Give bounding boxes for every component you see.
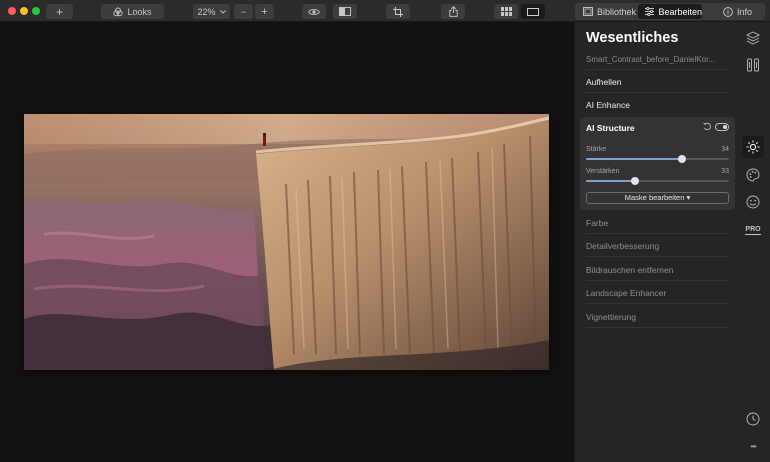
panel-title: Wesentliches	[586, 30, 679, 46]
tool-ai-enhance[interactable]: AI Enhance	[586, 100, 729, 110]
crop-icon	[393, 6, 403, 17]
tool-vignettierung[interactable]: Vignettierung	[586, 312, 729, 322]
share-button[interactable]	[441, 4, 465, 19]
divider	[586, 69, 729, 70]
tool-category-strip: PRO •••	[736, 22, 770, 462]
compare-button[interactable]	[333, 4, 357, 19]
essentials-button[interactable]	[742, 136, 764, 158]
slider-value-verstaerken: 33	[721, 168, 729, 175]
info-icon	[723, 6, 733, 17]
looks-button[interactable]: Looks	[101, 4, 164, 19]
close-window-button[interactable]	[8, 7, 16, 15]
edit-mask-button[interactable]: Maske bearbeiten ▾	[586, 192, 729, 204]
looks-icon	[113, 7, 124, 16]
portrait-button[interactable]	[745, 194, 761, 210]
slider-handle[interactable]	[677, 155, 686, 163]
compare-icon	[339, 7, 351, 16]
sun-icon	[746, 140, 760, 154]
slider-label-verstaerken: Verstärken	[586, 168, 620, 175]
tool-landscape-enhancer[interactable]: Landscape Enhancer	[586, 288, 729, 298]
history-button[interactable]	[745, 411, 761, 427]
slider-fill	[586, 158, 682, 160]
verstaerken-slider[interactable]	[586, 177, 729, 185]
grid-icon	[500, 7, 512, 16]
clock-icon	[746, 412, 760, 426]
top-toolbar: + Looks 22% − + Bibliothek Bearbeiten In…	[0, 0, 770, 22]
single-view-button[interactable]	[521, 4, 545, 19]
tab-info-label: Info	[737, 6, 753, 17]
tab-bibliothek[interactable]: Bibliothek	[576, 4, 636, 19]
chevron-down-icon	[219, 9, 226, 14]
pro-tools-button[interactable]: PRO	[745, 222, 761, 238]
palette-icon	[746, 168, 760, 182]
tab-bearbeiten[interactable]: Bearbeiten	[638, 4, 702, 19]
canvas-icon	[747, 58, 759, 72]
minimize-window-button[interactable]	[20, 7, 28, 15]
divider	[586, 280, 729, 281]
divider	[586, 256, 729, 257]
add-image-button[interactable]: +	[46, 4, 73, 19]
slider-handle[interactable]	[630, 177, 639, 185]
canyon-photo-image	[24, 114, 549, 370]
staerke-slider[interactable]	[586, 155, 729, 163]
zoom-in-button[interactable]: +	[255, 4, 274, 19]
ai-structure-card: AI Structure Stärke 34 Verstärken 33 Mas…	[580, 117, 735, 210]
tab-bearbeiten-label: Bearbeiten	[658, 6, 702, 17]
divider	[586, 92, 729, 93]
tab-bibliothek-label: Bibliothek	[596, 6, 636, 17]
crop-button[interactable]	[386, 4, 410, 19]
zoom-level-select[interactable]: 22%	[193, 4, 230, 19]
divider	[586, 327, 729, 328]
plus-icon: +	[261, 5, 268, 18]
plus-icon: +	[55, 4, 63, 19]
ai-structure-title[interactable]: AI Structure	[586, 123, 635, 133]
face-icon	[746, 195, 760, 209]
image-canvas[interactable]	[0, 22, 574, 462]
zoom-window-button[interactable]	[32, 7, 40, 15]
tool-aufhellen[interactable]: Aufhellen	[586, 77, 729, 87]
image-filename: Smart_Contrast_before_DanielKor...	[586, 55, 715, 64]
layers-button[interactable]	[745, 30, 761, 46]
tool-detailverbesserung[interactable]: Detailverbesserung	[586, 241, 729, 251]
eye-icon	[308, 8, 320, 15]
sliders-icon	[645, 7, 655, 16]
share-icon	[448, 6, 458, 17]
grid-view-button[interactable]	[494, 4, 518, 19]
looks-label: Looks	[127, 6, 152, 17]
single-image-icon	[527, 7, 539, 16]
more-dots-icon: •••	[750, 441, 756, 451]
more-button[interactable]: •••	[745, 438, 761, 454]
slider-value-staerke: 34	[721, 146, 729, 153]
reset-icon[interactable]	[703, 122, 712, 131]
preview-toggle-button[interactable]	[302, 4, 326, 19]
adjustments-panel: Wesentliches Smart_Contrast_before_Danie…	[574, 22, 736, 462]
pro-label: PRO	[745, 225, 761, 235]
divider	[586, 233, 729, 234]
mode-tabs: Bibliothek Bearbeiten Info	[575, 3, 765, 20]
canvas-tools-button[interactable]	[745, 57, 761, 73]
zoom-out-button[interactable]: −	[234, 4, 253, 19]
zoom-value: 22%	[197, 6, 216, 17]
divider	[586, 303, 729, 304]
library-icon	[583, 7, 593, 16]
tab-info[interactable]: Info	[704, 4, 764, 19]
layers-icon	[746, 31, 760, 45]
edited-photo[interactable]	[24, 114, 549, 370]
ai-structure-toggle[interactable]	[715, 123, 729, 131]
slider-label-staerke: Stärke	[586, 146, 607, 153]
creative-button[interactable]	[745, 167, 761, 183]
slider-fill	[586, 180, 635, 182]
minus-icon: −	[240, 6, 247, 17]
tool-farbe[interactable]: Farbe	[586, 218, 729, 228]
tool-bildrauschen-entfernen[interactable]: Bildrauschen entfernen	[586, 265, 729, 275]
